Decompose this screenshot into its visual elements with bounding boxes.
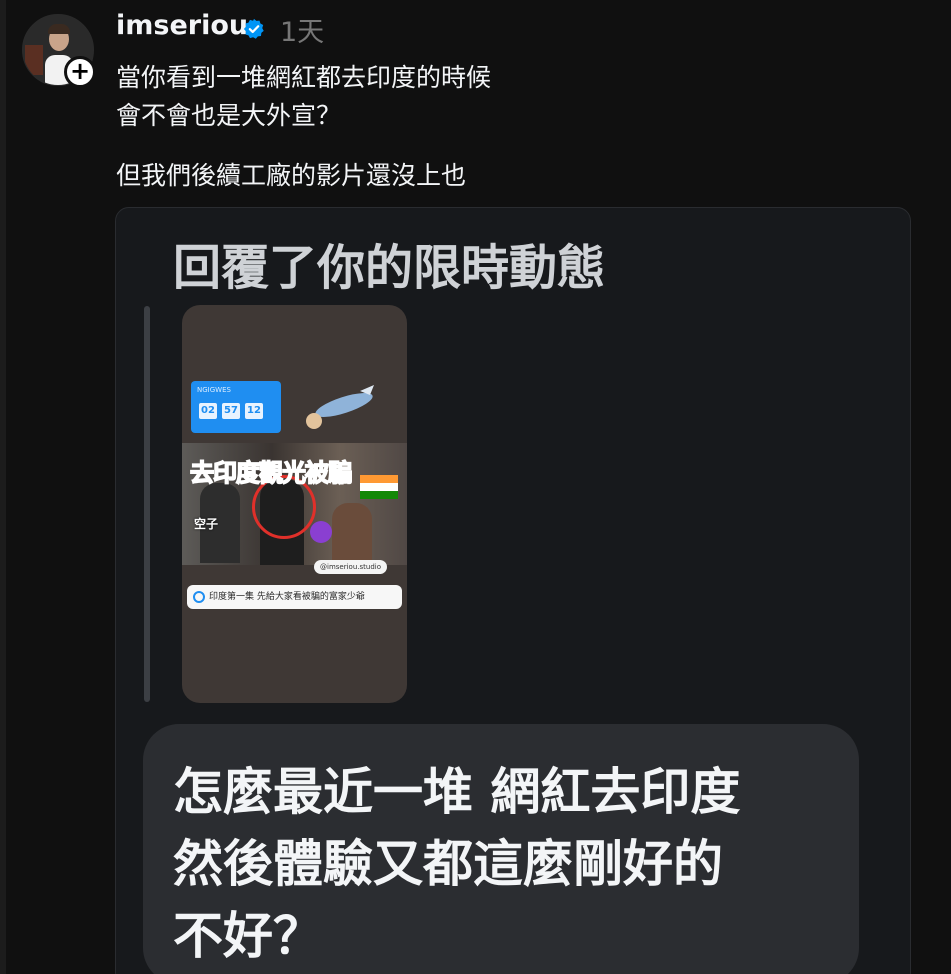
reply-message-line: 怎麼最近一堆 網紅去印度	[173, 763, 741, 821]
countdown-label: NGIGWES	[197, 386, 231, 394]
avatar-background-shelf	[25, 45, 43, 75]
link-sticker-text: 印度第一集 先給大家看被騙的富家少爺	[209, 592, 365, 602]
link-icon	[193, 591, 205, 603]
link-sticker[interactable]: 印度第一集 先給大家看被騙的富家少爺	[187, 585, 402, 609]
avatar-hair	[48, 24, 70, 34]
story-banner-title: 去印度觀光被騙	[189, 458, 353, 488]
post-text-line: 但我們後續工廠的影片還沒上也	[116, 161, 467, 190]
story-sub-label: 空子	[194, 517, 219, 531]
story-handle: @imseriou.studio	[314, 560, 387, 574]
story-reply-heading: 回覆了你的限時動態	[173, 240, 606, 296]
post-text-line: 當你看到一堆網紅都去印度的時候	[116, 63, 492, 92]
countdown-sticker: NGIGWES 02 57 12	[191, 381, 281, 433]
story-thumbnail[interactable]: NGIGWES 02 57 12 去印度觀光被騙 空子 @imseriou.st…	[182, 305, 407, 703]
username[interactable]: imseriou	[116, 10, 248, 41]
reply-message-line: 不好？	[173, 907, 323, 965]
reply-message-line: 然後體驗又都這麼剛好的	[173, 835, 723, 893]
verified-badge-icon	[243, 18, 264, 39]
devil-emoji-icon	[310, 521, 332, 543]
person-figure	[332, 503, 372, 565]
countdown-digit: 02	[199, 403, 217, 419]
india-flag-icon	[360, 475, 398, 499]
reply-indicator-bar	[144, 306, 150, 702]
countdown-digit: 57	[222, 403, 240, 419]
countdown-digits: 02 57 12	[199, 403, 263, 419]
left-rail	[0, 0, 6, 974]
follow-plus-icon[interactable]: +	[64, 56, 96, 88]
countdown-digit: 12	[245, 403, 263, 419]
flying-figure-icon	[306, 385, 374, 429]
post-time: 1天	[280, 17, 325, 48]
post-text-line: 會不會也是大外宣？	[116, 101, 342, 130]
